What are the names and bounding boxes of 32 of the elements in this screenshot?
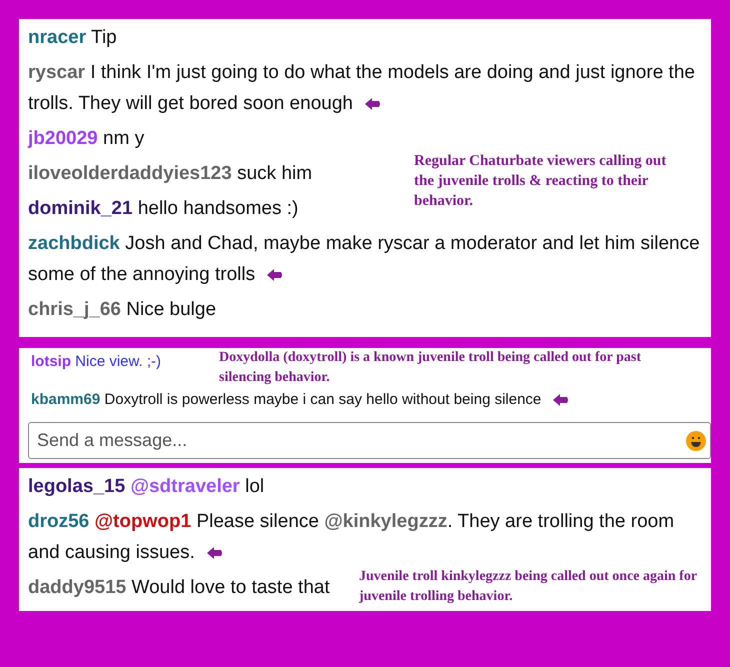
username-link[interactable]: jb20029 [28,128,98,149]
annotation-text: Regular Chaturbate viewers calling out the juvenile trolls & reacting to their behavior. [414,152,668,211]
username-link[interactable]: nracer [28,27,86,48]
chat-message: iloveolderdaddyies123 suck him [28,163,312,184]
chat-message: daddy9515 Would love to taste that [28,577,330,598]
username-link[interactable]: zachbdick [28,233,120,254]
chat-message: legolas_15 @sdtraveler lol [28,476,264,497]
username-link[interactable]: iloveolderdaddyies123 [28,163,232,184]
username-link[interactable]: droz56 [28,511,90,532]
username-link[interactable]: ryscar [28,62,86,83]
chat-message: jb20029 nm y [28,128,144,149]
username-link[interactable]: daddy9515 [28,577,126,598]
username-link[interactable]: dominik_21 [28,198,133,219]
username-link[interactable]: legolas_15 [28,476,126,497]
message-input[interactable]: Send a message... [37,427,686,454]
chat-message: lotsip Nice view. ;-) [31,353,162,370]
mention-link[interactable]: @topwop1 [94,511,192,532]
annotation-text: Juvenile troll kinkylegzzz being called out once again for juvenile trolling behavior. [359,568,698,606]
chat-message: nracer Tip [28,27,117,48]
chat-message: dominik_21 hello handsomes :) [28,198,298,219]
message-field[interactable]: Send a message... [28,422,711,459]
chat-message: zachbdick Josh and Chad, maybe make ryscar a moderator and let him silence some of the annoying trolls [28,233,700,285]
emoji-icon[interactable] [686,430,706,450]
username-link[interactable]: chris_j_66 [28,299,121,320]
chat-message: chris_j_66 Nice bulge [28,299,216,320]
chat-message: droz56 @topwop1 Please silence @kinkylegzzz. They are trolling the room and causing issues. [28,511,674,563]
username-link[interactable]: kbamm69 [31,391,100,408]
annotation-text: Doxydolla (doxytroll) is a known juvenile troll being called out for past silencing behavior. [219,349,642,387]
mention-link[interactable]: @sdtraveler [130,476,240,497]
mention-link[interactable]: @kinkylegzzz [324,511,448,532]
chat-message: kbamm69 Doxytroll is powerless maybe i can say hello without being silence [31,391,542,408]
username-link[interactable]: lotsip [31,353,71,370]
